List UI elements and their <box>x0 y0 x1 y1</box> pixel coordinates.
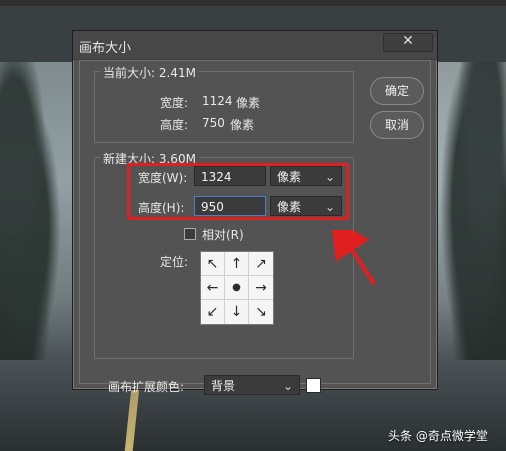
anchor-grid[interactable]: ↖ ↑ ↗ ← ● → ↙ ↓ ↘ <box>200 251 274 325</box>
current-width-value: 1124 <box>202 94 233 108</box>
watermark-text: 头条 @奇点微学堂 <box>388 429 488 443</box>
background-trees-left <box>0 62 70 362</box>
arrow-down-right-icon: ↘ <box>255 304 267 320</box>
current-height-value: 750 <box>202 116 225 130</box>
extension-color-swatch[interactable] <box>306 378 321 393</box>
close-button[interactable]: ✕ <box>383 33 433 52</box>
background-trees-right <box>436 62 506 382</box>
current-height-unit: 像素 <box>230 118 255 132</box>
arrow-up-icon: ↑ <box>230 255 243 272</box>
anchor-sw[interactable]: ↙ <box>201 300 225 324</box>
anchor-n[interactable]: ↑ <box>225 252 249 276</box>
anchor-ne[interactable]: ↗ <box>249 252 273 276</box>
arrow-down-icon: ↓ <box>230 304 243 320</box>
extension-color-label: 画布扩展颜色: <box>108 380 185 394</box>
current-width-label: 宽度: <box>160 96 189 110</box>
anchor-w[interactable]: ← <box>201 276 225 300</box>
anchor-label: 定位: <box>160 255 189 269</box>
ok-button[interactable]: 确定 <box>370 77 424 105</box>
anchor-center[interactable]: ● <box>225 276 249 300</box>
current-height-label: 高度: <box>160 118 189 132</box>
anchor-dot-icon: ● <box>232 281 241 293</box>
arrow-up-right-icon: ↗ <box>255 255 267 272</box>
arrow-down-left-icon: ↙ <box>206 304 219 320</box>
anchor-e[interactable]: → <box>249 276 273 300</box>
extension-color-value: 背景 <box>211 379 236 393</box>
annotation-arrow-icon <box>330 230 376 286</box>
relative-checkbox[interactable] <box>184 228 196 240</box>
annotation-highlight-rectangle <box>127 163 349 220</box>
chevron-down-icon: ⌄ <box>282 379 293 393</box>
arrow-up-left-icon: ↖ <box>206 255 219 272</box>
anchor-se[interactable]: ↘ <box>249 300 273 324</box>
current-size-legend: 当前大小: 2.41M <box>100 64 199 81</box>
dialog-title: 画布大小 <box>79 41 132 56</box>
anchor-s[interactable]: ↓ <box>225 300 249 324</box>
arrow-right-icon: → <box>255 279 267 296</box>
dialog-content: 当前大小: 2.41M 宽度: 1124 像素 高度: 750 像素 确定 取消… <box>79 60 431 395</box>
dialog-titlebar[interactable]: 画布大小 ✕ <box>73 31 437 60</box>
cancel-button[interactable]: 取消 <box>370 111 424 139</box>
extension-color-select[interactable]: 背景 ⌄ <box>204 375 300 395</box>
anchor-nw[interactable]: ↖ <box>201 252 225 276</box>
relative-label[interactable]: 相对(R) <box>202 226 244 243</box>
close-icon: ✕ <box>402 33 414 49</box>
arrow-left-icon: ← <box>206 279 219 296</box>
current-width-unit: 像素 <box>236 96 261 110</box>
